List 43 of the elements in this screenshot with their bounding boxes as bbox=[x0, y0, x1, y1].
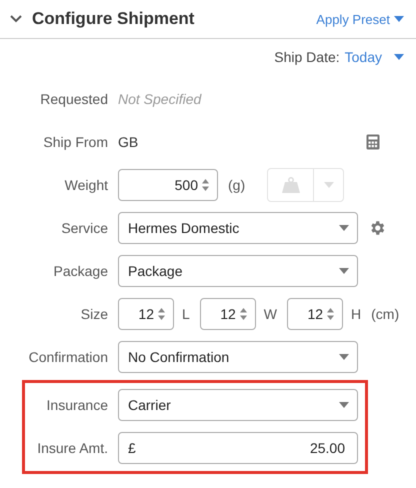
field-label: Confirmation bbox=[28, 348, 108, 364]
field-label: Ship From bbox=[42, 134, 108, 150]
select-field[interactable]: Package bbox=[118, 254, 358, 286]
weight-icon bbox=[282, 176, 300, 192]
field-label: Insure Amt. bbox=[36, 440, 108, 456]
caret-icon bbox=[339, 354, 349, 360]
select-field[interactable]: Carrier bbox=[118, 388, 358, 420]
amount-input[interactable]: £ 25.00 bbox=[118, 432, 358, 464]
chevron-icon[interactable] bbox=[10, 15, 22, 23]
dimension-input[interactable]: 12 bbox=[287, 298, 344, 330]
ship-from-value: GB bbox=[118, 134, 140, 150]
field-label: Service bbox=[60, 220, 108, 236]
spinner-icon[interactable] bbox=[202, 178, 209, 192]
weight-input[interactable]: 500 bbox=[118, 168, 218, 200]
caret-icon bbox=[394, 16, 404, 22]
field-label: Weight bbox=[64, 176, 108, 192]
ship-date-label: Ship Date: bbox=[274, 49, 340, 65]
dimension-label: W bbox=[264, 306, 278, 322]
panel-title: Configure Shipment bbox=[32, 9, 196, 29]
field-label: Size bbox=[80, 306, 108, 322]
spinner-icon[interactable] bbox=[240, 306, 247, 320]
select-field[interactable]: Hermes Domestic bbox=[118, 212, 358, 244]
caret-icon bbox=[394, 54, 404, 60]
caret-icon bbox=[339, 224, 349, 230]
unit-label: (g) bbox=[228, 176, 246, 192]
field-label: Requested bbox=[39, 90, 108, 106]
unit-label: (cm) bbox=[371, 306, 400, 322]
apply-preset-link[interactable]: Apply Preset bbox=[316, 12, 404, 26]
select-field[interactable]: No Confirmation bbox=[118, 340, 358, 372]
caret-icon bbox=[339, 268, 349, 274]
calculator-icon[interactable] bbox=[366, 134, 380, 150]
field-label: Insurance bbox=[46, 396, 108, 412]
field-label: Package bbox=[52, 262, 108, 278]
caret-icon bbox=[339, 402, 349, 408]
caret-icon bbox=[324, 182, 334, 188]
ship-date-link[interactable]: Today bbox=[344, 49, 404, 65]
requested-value: Not Specified bbox=[118, 90, 202, 106]
dimension-label: L bbox=[182, 306, 190, 322]
spinner-icon[interactable] bbox=[158, 306, 165, 320]
dimension-label: H bbox=[351, 306, 362, 322]
spinner-icon[interactable] bbox=[327, 306, 334, 320]
dimension-input[interactable]: 12 bbox=[118, 298, 174, 330]
dimension-input[interactable]: 12 bbox=[200, 298, 256, 330]
